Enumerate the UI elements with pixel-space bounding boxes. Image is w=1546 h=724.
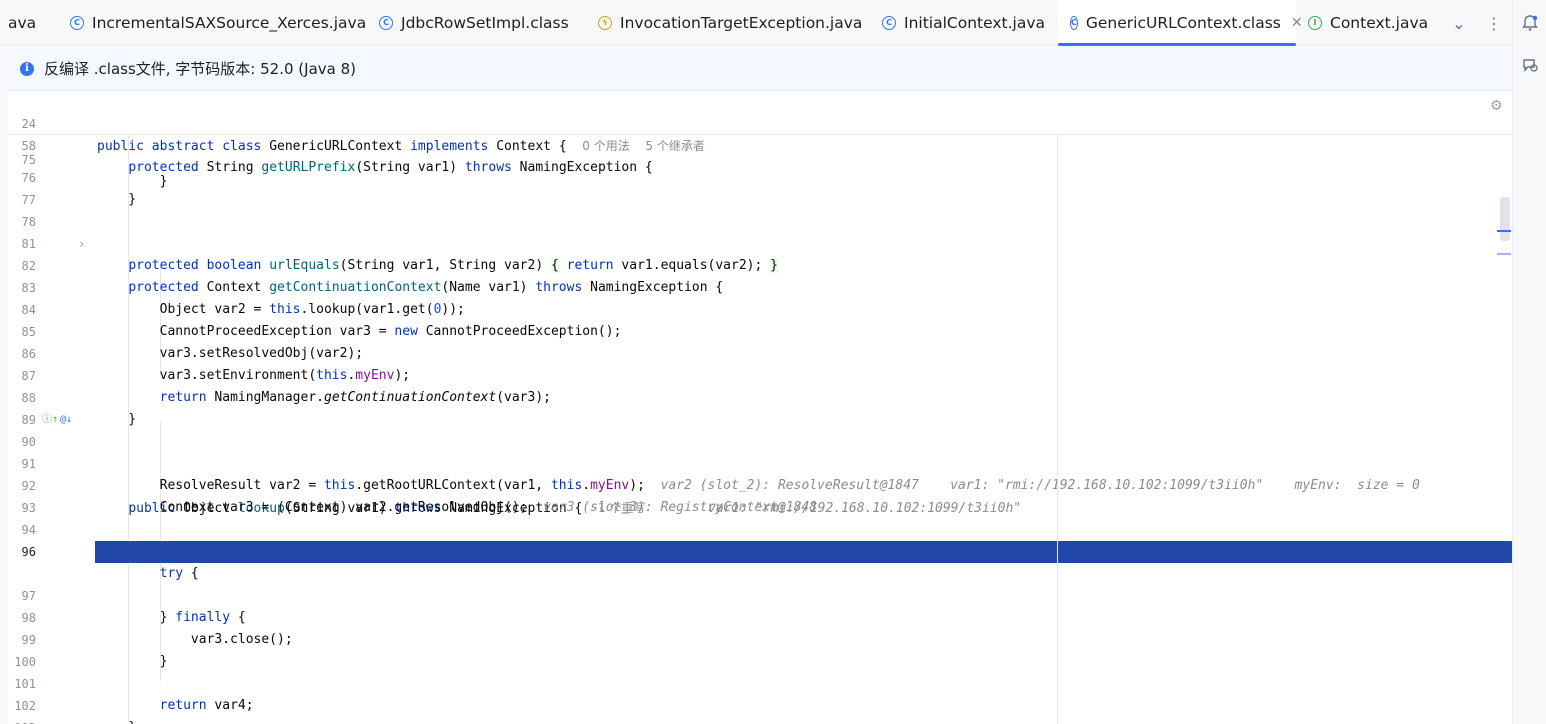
tab-jdbc-rowset-impl[interactable]: C JdbcRowSetImpl.class	[379, 0, 569, 46]
banner-text: 反编译 .class文件, 字节码版本: 52.0 (Java 8)	[44, 60, 356, 78]
current-execution-line[interactable]: 96 var4 = var3.lookup(var2.getRemainingN…	[8, 541, 1512, 604]
class-icon: C	[70, 16, 84, 30]
code-line: 101 return var4;	[14, 677, 254, 713]
code-line: 78 › protected boolean urlEquals(String …	[21, 215, 778, 273]
left-panel-edge	[0, 47, 8, 724]
decompiled-info-banner: i 反编译 .class文件, 字节码版本: 52.0 (Java 8)	[8, 47, 1512, 91]
exception-class-icon: ϟ	[598, 16, 612, 30]
code-line: 90 ⓘ↑ @↓ public Object lookup(String var…	[21, 414, 1022, 516]
implements-method-icon[interactable]: ⓘ↑	[42, 414, 58, 426]
editor-tab-bar: ava C IncrementalSAXSource_Xerces.java C…	[0, 0, 1512, 46]
code-line: 82 protected Context getContinuationCont…	[21, 259, 724, 295]
gear-icon[interactable]: ⚙	[1490, 98, 1503, 114]
right-tool-strip	[1512, 0, 1546, 724]
tab-context-java[interactable]: I Context.java	[1308, 0, 1428, 46]
code-line: 89	[21, 413, 36, 427]
code-editor[interactable]: 24 public abstract class GenericURLConte…	[8, 91, 1512, 724]
tab-initial-context[interactable]: C InitialContext.java	[882, 0, 1045, 46]
code-line: 99 }	[21, 633, 168, 669]
code-line: 83 Object var2 = this.lookup(var1.get(0)…	[21, 281, 465, 317]
right-margin-guide	[1057, 91, 1058, 724]
tab-tools: ⌄ ⋮	[1442, 0, 1512, 46]
tab-invocation-target-exception[interactable]: ϟ InvocationTargetException.java	[598, 0, 862, 46]
code-line: 98 var3.close();	[21, 611, 293, 647]
close-tab-icon[interactable]: ✕	[1291, 15, 1303, 31]
more-vertical-icon[interactable]: ⋮	[1486, 14, 1502, 33]
code-line: 88 }	[21, 391, 137, 427]
code-line: 102 }	[14, 699, 136, 724]
code-line: 95 try {	[22, 545, 199, 581]
code-line: 87 return NamingManager.getContinuationC…	[21, 369, 551, 405]
sticky-line-24: 24 public abstract class GenericURLConte…	[21, 117, 705, 154]
code-line: 92 Context var3 = (Context) var2.getReso…	[21, 479, 818, 515]
code-line: 85 var3.setResolvedObj(var2);	[21, 325, 364, 361]
code-line: 81	[21, 237, 36, 251]
scrollbar-marker[interactable]	[1497, 230, 1511, 232]
scrollbar-marker[interactable]	[1497, 253, 1511, 255]
code-line: 100	[14, 655, 36, 669]
code-line: 86 var3.setEnvironment(this.myEnv);	[21, 347, 411, 383]
code-line: 103	[8, 695, 1512, 724]
ai-assistant-icon[interactable]	[1521, 56, 1539, 74]
info-icon: i	[20, 61, 34, 76]
vertical-scrollbar-thumb[interactable]	[1500, 197, 1510, 241]
class-icon: C	[379, 16, 393, 30]
class-icon: C	[1070, 16, 1078, 30]
tab-ava[interactable]: ava	[8, 0, 36, 46]
inheritors-hint[interactable]: 5 个继承者	[645, 139, 704, 153]
code-line: 94 Object var4;	[21, 523, 254, 559]
interface-icon: I	[1308, 16, 1322, 30]
sticky-lines: 24 public abstract class GenericURLConte…	[8, 91, 1512, 175]
tab-incremental-sax-source[interactable]: C IncrementalSAXSource_Xerces.java	[70, 0, 366, 46]
code-line: 91 ResolveResult var2 = this.getRootURLC…	[21, 457, 1420, 493]
class-icon: C	[882, 16, 896, 30]
code-line: 93	[21, 501, 36, 515]
notifications-icon[interactable]	[1521, 14, 1539, 32]
tab-generic-url-context[interactable]: C GenericURLContext.class ✕	[1058, 0, 1303, 46]
usages-hint[interactable]: 0 个用法	[582, 139, 629, 153]
code-line: 97 } finally {	[21, 589, 246, 625]
chevron-down-icon[interactable]: ⌄	[1452, 14, 1465, 33]
overridden-method-icon[interactable]: @↓	[60, 414, 72, 426]
sticky-line-58: 58 protected String getURLPrefix(String …	[21, 139, 653, 175]
code-line: 84 CannotProceedException var3 = new Can…	[21, 303, 622, 339]
